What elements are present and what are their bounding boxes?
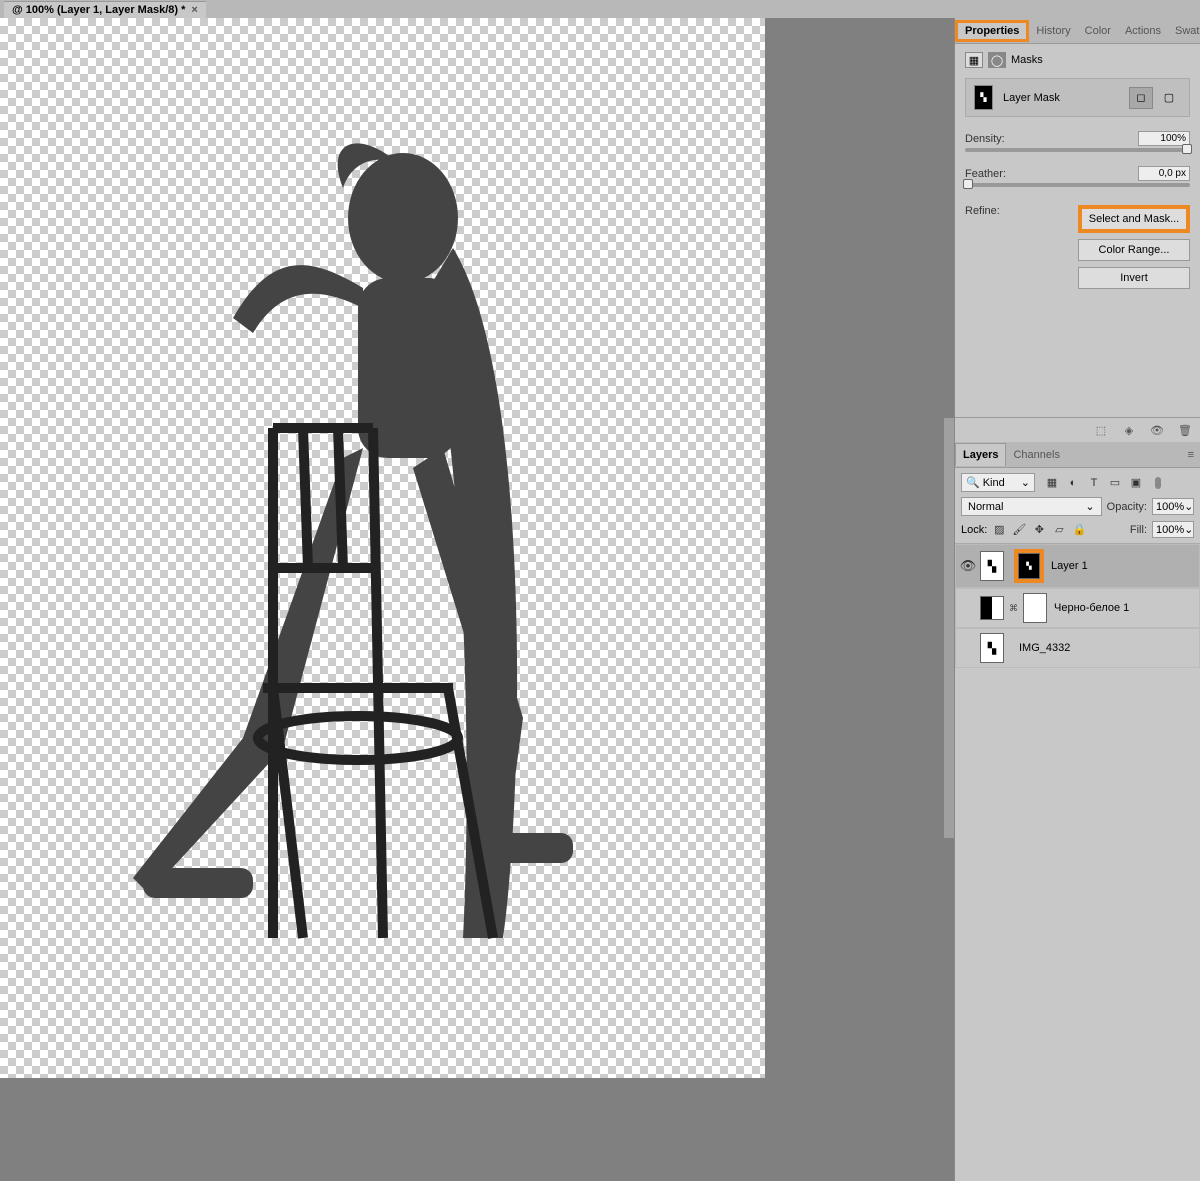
layers-menu-icon[interactable]: ≡ — [1182, 445, 1200, 465]
filter-shape-icon[interactable]: ▭ — [1107, 475, 1123, 491]
layer-row[interactable]: ⌘ Черно-белое 1 — [955, 588, 1200, 628]
tab-color[interactable]: Color — [1078, 20, 1118, 42]
filter-pixel-icon[interactable]: ▦ — [1044, 475, 1060, 491]
opacity-label: Opacity: — [1107, 501, 1147, 513]
add-pixel-mask-icon[interactable]: ◻ — [1129, 87, 1153, 109]
lock-position-icon[interactable]: ✥ — [1032, 523, 1046, 537]
masks-title: Masks — [1011, 54, 1043, 66]
canvas-area[interactable] — [0, 18, 954, 1181]
mask-thumbnail-highlight: ▚ — [1014, 549, 1044, 583]
feather-slider[interactable] — [965, 183, 1190, 187]
eye-icon: 👁 — [960, 558, 977, 573]
color-range-button[interactable]: Color Range... — [1078, 239, 1190, 261]
tab-history[interactable]: History — [1029, 20, 1077, 42]
select-and-mask-button[interactable]: Select and Mask... — [1078, 205, 1190, 233]
layer-name[interactable]: IMG_4332 — [1007, 642, 1070, 654]
tab-swatches[interactable]: Swatches — [1168, 20, 1200, 42]
layer-filter-kind[interactable]: 🔍 Kind ⌄ — [961, 473, 1035, 492]
layer-name[interactable]: Черно-белое 1 — [1050, 602, 1129, 614]
lock-all-icon[interactable]: 🔒 — [1072, 523, 1086, 537]
layer-name[interactable]: Layer 1 — [1047, 560, 1088, 572]
properties-panel: ▦ ◯ Masks ▚ Layer Mask ◻ ▢ Density: 100% — [955, 44, 1200, 417]
mask-thumbnail: ▚ — [974, 85, 993, 110]
layer-thumbnail[interactable]: ▚ — [980, 633, 1004, 663]
mask-type-label: Layer Mask — [1003, 92, 1060, 104]
filter-smart-icon[interactable]: ▣ — [1128, 475, 1144, 491]
vector-mask-icon[interactable]: ◯ — [988, 52, 1006, 68]
layer-mask-thumbnail[interactable]: ▚ — [1018, 553, 1040, 579]
layer-row[interactable]: ▚ IMG_4332 — [955, 628, 1200, 668]
apply-mask-icon[interactable]: ◈ — [1120, 422, 1138, 438]
tab-actions[interactable]: Actions — [1118, 20, 1168, 42]
chevron-down-icon: ⌄ — [1184, 500, 1193, 513]
chevron-down-icon: ⌄ — [1085, 500, 1094, 513]
right-panels: Properties History Color Actions Swatche… — [954, 18, 1200, 1181]
load-selection-icon[interactable]: ⬚ — [1092, 422, 1110, 438]
document-tab-bar: @ 100% (Layer 1, Layer Mask/8) * × — [0, 0, 1200, 18]
invert-button[interactable]: Invert — [1078, 267, 1190, 289]
layer-mask-thumbnail[interactable] — [1023, 593, 1047, 623]
layer-thumbnail[interactable]: ▚ — [980, 551, 1004, 581]
add-vector-mask-icon[interactable]: ▢ — [1157, 87, 1181, 109]
feather-label: Feather: — [965, 168, 1006, 180]
filter-toggle[interactable] — [1155, 477, 1161, 489]
document-tab-title: @ 100% (Layer 1, Layer Mask/8) * — [12, 4, 185, 16]
tab-properties[interactable]: Properties — [955, 20, 1029, 42]
search-icon: 🔍 — [966, 476, 980, 489]
close-icon[interactable]: × — [191, 4, 197, 16]
opacity-input[interactable]: 100%⌄ — [1152, 498, 1194, 515]
layer-row[interactable]: 👁 ▚ ▚ Layer 1 — [955, 544, 1200, 588]
layers-panel-tabs: Layers Channels ≡ — [955, 442, 1200, 468]
density-slider[interactable] — [965, 148, 1190, 152]
adjustment-thumbnail[interactable] — [980, 596, 1004, 620]
document-tab[interactable]: @ 100% (Layer 1, Layer Mask/8) * × — [4, 1, 206, 18]
visibility-toggle[interactable]: 👁 — [959, 558, 977, 574]
properties-footer: ⬚ ◈ 👁 🗑 — [955, 417, 1200, 442]
canvas[interactable] — [0, 18, 765, 1078]
pixel-mask-icon[interactable]: ▦ — [965, 52, 983, 68]
fill-label: Fill: — [1130, 524, 1147, 536]
toggle-mask-icon[interactable]: 👁 — [1148, 422, 1166, 438]
link-icon[interactable]: ⌘ — [1007, 603, 1020, 614]
vertical-scrollbar[interactable] — [944, 418, 954, 838]
fill-input[interactable]: 100%⌄ — [1152, 521, 1194, 538]
filter-type-icon[interactable]: T — [1086, 475, 1102, 491]
blend-mode-select[interactable]: Normal ⌄ — [961, 497, 1102, 516]
chevron-down-icon: ⌄ — [1184, 523, 1193, 536]
lock-label: Lock: — [961, 524, 987, 536]
filter-adjustment-icon[interactable]: ◐ — [1065, 475, 1081, 491]
lock-artboard-icon[interactable]: ▱ — [1052, 523, 1066, 537]
mask-type-row: ▚ Layer Mask ◻ ▢ — [965, 78, 1190, 117]
chevron-down-icon: ⌄ — [1021, 476, 1030, 489]
tab-layers[interactable]: Layers — [955, 443, 1006, 466]
lock-pixels-icon[interactable]: 🖌 — [1012, 523, 1026, 537]
tab-channels[interactable]: Channels — [1006, 444, 1066, 466]
canvas-subject — [103, 98, 663, 998]
layer-list: 👁 ▚ ▚ Layer 1 ⌘ Черно-белое 1 — [955, 544, 1200, 1181]
feather-input[interactable]: 0,0 px — [1138, 166, 1190, 181]
properties-panel-tabs: Properties History Color Actions Swatche… — [955, 18, 1200, 44]
refine-label: Refine: — [965, 205, 1000, 217]
density-label: Density: — [965, 133, 1005, 145]
delete-mask-icon[interactable]: 🗑 — [1176, 422, 1194, 438]
lock-transparency-icon[interactable]: ▨ — [992, 523, 1006, 537]
